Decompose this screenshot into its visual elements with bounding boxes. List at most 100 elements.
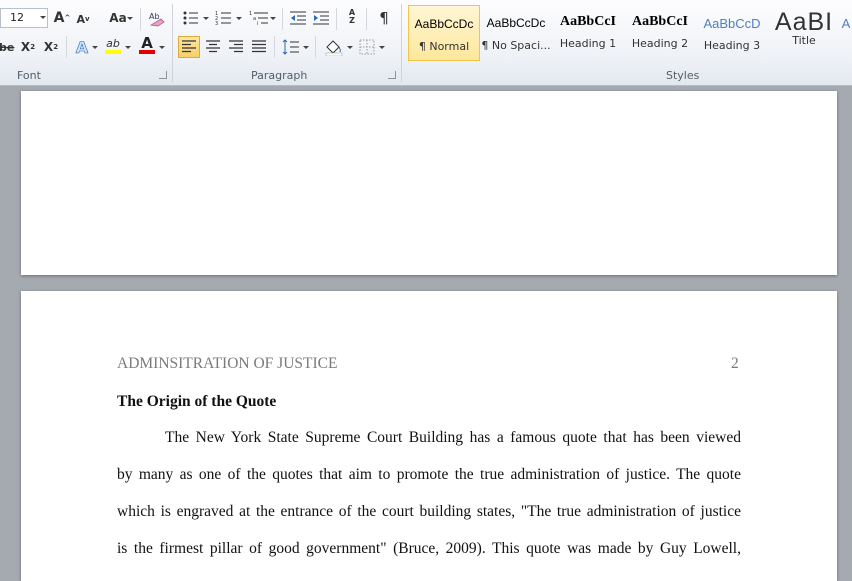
bullets-button[interactable]: [181, 8, 201, 28]
align-right-icon: [229, 40, 243, 53]
borders-button[interactable]: [357, 37, 377, 57]
body-line-2: by many as one of the quotes that aim to…: [117, 466, 741, 483]
font-size-value: 12: [10, 11, 24, 24]
body-line-3: which is engraved at the entrance of the…: [117, 503, 741, 520]
align-left-button[interactable]: [178, 36, 200, 58]
change-case-dropdown-icon[interactable]: [127, 17, 133, 20]
para-divider-3: [366, 8, 367, 30]
running-header: ADMINSITRATION OF JUSTICE: [117, 355, 338, 372]
text-effects-button[interactable]: A: [73, 37, 91, 57]
para-divider-5: [315, 36, 316, 58]
numbering-button[interactable]: 123: [214, 8, 234, 28]
paragraph-group-label: Paragraph: [251, 69, 308, 82]
font-dialog-launcher-icon[interactable]: [159, 71, 167, 79]
subscript-button[interactable]: X2: [19, 37, 37, 57]
style-sample: AaBbCcDc: [486, 16, 546, 30]
svg-text:1: 1: [249, 11, 252, 17]
group-separator-2: [401, 4, 402, 82]
decrease-indent-icon: [290, 11, 306, 25]
style-heading-1[interactable]: AaBbCcI Heading 1: [552, 5, 624, 61]
style-name: Heading 1: [559, 37, 617, 50]
ribbon: 12 A^ Av Aa Ab abe X2 X2 A ab A Font: [0, 0, 852, 86]
styles-group-label: Styles: [666, 69, 700, 82]
svg-text:a: a: [253, 16, 256, 22]
shading-icon: [325, 40, 343, 56]
style-sample: AaBbCcI: [631, 14, 688, 29]
para-divider: [282, 8, 283, 30]
font-color-bar: [139, 50, 155, 54]
bullets-dropdown-icon[interactable]: [203, 17, 209, 20]
pilcrow-icon: ¶: [379, 9, 389, 27]
line-spacing-dropdown-icon[interactable]: [303, 46, 309, 49]
multilevel-list-dropdown-icon[interactable]: [270, 17, 276, 20]
style-title[interactable]: AaBI Title: [768, 5, 840, 61]
font-color-button[interactable]: A: [137, 35, 157, 55]
justify-button[interactable]: [249, 37, 269, 57]
font-size-dropdown-icon[interactable]: [40, 16, 46, 19]
shading-dropdown-icon[interactable]: [347, 46, 353, 49]
style-sample: AaBI: [774, 8, 834, 36]
change-case-button[interactable]: Aa: [107, 8, 129, 28]
change-case-icon: Aa: [109, 11, 127, 25]
style-no-spacing[interactable]: AaBbCcDc ¶ No Spaci...: [480, 5, 552, 61]
para-divider-4: [274, 36, 275, 58]
strikethrough-icon: abe: [0, 40, 15, 54]
sort-button[interactable]: A Z: [341, 7, 363, 27]
style-sample: AaBbCcDc: [414, 17, 474, 31]
style-sample: AaBbCcD: [703, 16, 761, 31]
body-line-1: The New York State Supreme Court Buildin…: [165, 429, 741, 446]
clear-formatting-icon: Ab: [149, 12, 165, 27]
line-spacing-icon: [282, 39, 299, 55]
borders-dropdown-icon[interactable]: [379, 46, 385, 49]
font-color-dropdown-icon[interactable]: [159, 46, 165, 49]
superscript-icon: X: [43, 40, 54, 54]
section-heading: The Origin of the Quote: [117, 393, 277, 410]
style-heading-3[interactable]: AaBbCcD Heading 3: [696, 5, 768, 61]
decrease-indent-button[interactable]: [288, 8, 308, 28]
numbering-dropdown-icon[interactable]: [236, 17, 242, 20]
page-number: 2: [731, 355, 739, 372]
superscript-button[interactable]: X2: [42, 37, 60, 57]
para-divider-2: [336, 8, 337, 30]
group-separator: [172, 4, 173, 82]
show-formatting-button[interactable]: ¶: [373, 8, 395, 28]
increase-indent-button[interactable]: [311, 8, 331, 28]
style-name: Heading 3: [703, 39, 761, 52]
highlight-color-bar: [105, 49, 121, 54]
body-line-4: is the firmest pillar of good government…: [117, 540, 741, 557]
svg-text:3: 3: [215, 21, 218, 26]
font-group-label: Font: [17, 69, 41, 82]
align-center-icon: [206, 40, 220, 53]
grow-font-icon: A: [53, 10, 65, 26]
svg-text:i: i: [257, 21, 258, 26]
align-center-button[interactable]: [203, 37, 223, 57]
multilevel-list-button[interactable]: 1ai: [248, 8, 270, 28]
grow-font-button[interactable]: A ^: [53, 8, 71, 28]
line-spacing-button[interactable]: [281, 37, 301, 57]
bullets-icon: [183, 11, 198, 25]
text-effects-icon: A: [75, 37, 89, 57]
numbering-icon: 123: [215, 11, 231, 26]
align-right-button[interactable]: [226, 37, 246, 57]
font-color-icon: A: [141, 34, 153, 52]
justify-icon: [252, 40, 266, 53]
text-effects-dropdown-icon[interactable]: [92, 46, 98, 49]
svg-text:Ab: Ab: [149, 12, 160, 21]
highlight-button[interactable]: ab: [102, 35, 124, 55]
clear-formatting-button[interactable]: Ab: [146, 8, 166, 28]
font-divider: [140, 8, 141, 30]
increase-indent-icon: [313, 11, 329, 25]
page-1-bottom[interactable]: [21, 91, 837, 275]
style-heading-2[interactable]: AaBbCcI Heading 2: [624, 5, 696, 61]
style-name: Heading 2: [631, 37, 689, 50]
style-normal[interactable]: AaBbCcDc ¶ Normal: [408, 5, 480, 61]
font-divider-2: [66, 36, 67, 58]
shrink-font-button[interactable]: Av: [75, 9, 91, 29]
borders-icon: [359, 39, 375, 55]
multilevel-list-icon: 1ai: [249, 11, 268, 26]
style-subtitle[interactable]: A: [840, 5, 852, 61]
paragraph-dialog-launcher-icon[interactable]: [388, 71, 396, 79]
highlight-dropdown-icon[interactable]: [125, 46, 131, 49]
shading-button[interactable]: [323, 37, 345, 57]
strikethrough-button[interactable]: abe: [0, 37, 14, 57]
